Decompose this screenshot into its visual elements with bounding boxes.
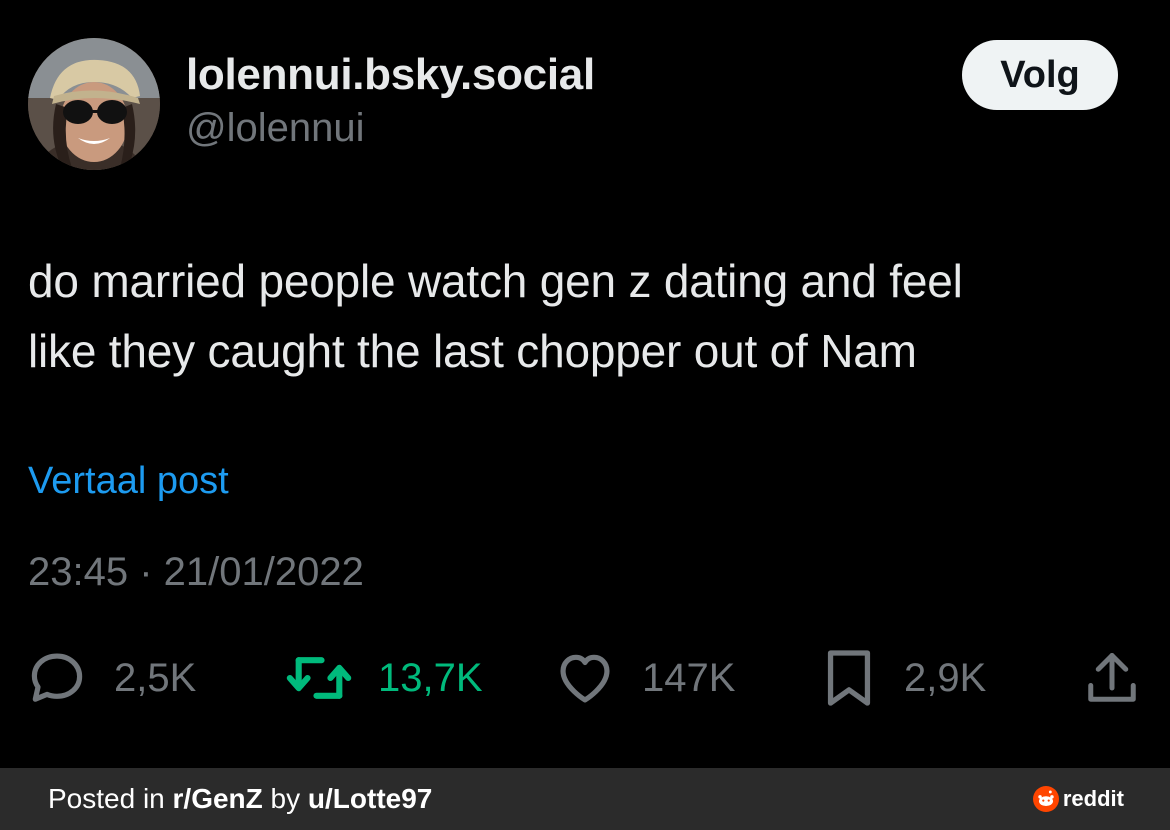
repost-action[interactable]: 13,7K [286, 640, 483, 716]
reddit-wordmark: reddit [1062, 786, 1124, 811]
like-count: 147K [642, 655, 736, 700]
author-avatar[interactable] [28, 38, 160, 170]
heart-icon [554, 647, 616, 709]
reply-action[interactable]: 2,5K [26, 640, 196, 716]
repost-count: 13,7K [378, 655, 483, 700]
author-display-name[interactable]: lolennui.bsky.social [186, 50, 595, 100]
translate-post-link[interactable]: Vertaal post [28, 460, 229, 503]
post-card: lolennui.bsky.social @lolennui Volg do m… [0, 0, 1170, 768]
like-action[interactable]: 147K [554, 640, 735, 716]
post-timestamp[interactable]: 23:45 · 21/01/2022 [28, 550, 364, 595]
footer-middle: by [262, 783, 308, 814]
bookmark-icon [820, 645, 878, 711]
post-text: do married people watch gen z dating and… [28, 255, 963, 377]
reddit-icon [1032, 786, 1059, 812]
footer-subreddit[interactable]: r/GenZ [173, 783, 263, 814]
reddit-logo: reddit [1032, 786, 1124, 812]
footer-user[interactable]: u/Lotte97 [308, 783, 432, 814]
comment-icon [26, 647, 88, 709]
bookmark-action[interactable]: 2,9K [820, 640, 986, 716]
reddit-footer: Posted in r/GenZ by u/Lotte97 reddit [0, 768, 1170, 830]
author-handle[interactable]: @lolennui [186, 106, 365, 151]
reply-count: 2,5K [114, 655, 197, 700]
footer-attribution: Posted in r/GenZ by u/Lotte97 [48, 783, 432, 815]
bookmark-count: 2,9K [904, 655, 987, 700]
repost-icon [286, 647, 352, 709]
follow-button[interactable]: Volg [962, 40, 1118, 110]
footer-prefix: Posted in [48, 783, 173, 814]
action-bar: 2,5K 13,7K 147K 2,9K [0, 640, 1170, 720]
share-icon [1082, 647, 1142, 709]
avatar-image [28, 38, 160, 170]
share-action[interactable] [1082, 640, 1142, 716]
